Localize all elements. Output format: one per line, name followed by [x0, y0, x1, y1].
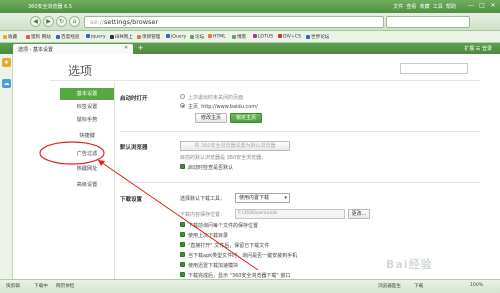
status-item[interactable]: 浏览器医生 — [378, 283, 401, 289]
status-bar — [0, 279, 500, 293]
status-item[interactable]: 下载中 — [34, 283, 48, 289]
annotation-arrow-line — [97, 159, 259, 271]
zoom-level[interactable]: 100% — [470, 283, 483, 288]
watermark: Bai经验 — [386, 258, 433, 271]
annotation-overlay — [39, 141, 259, 271]
highlight-ellipse — [39, 141, 105, 165]
status-item[interactable]: 快剪辑 — [6, 283, 20, 289]
status-item[interactable]: 网页体检 — [56, 283, 74, 289]
annotation-arrow-head — [98, 160, 105, 166]
status-item[interactable]: 下载 — [414, 283, 423, 289]
